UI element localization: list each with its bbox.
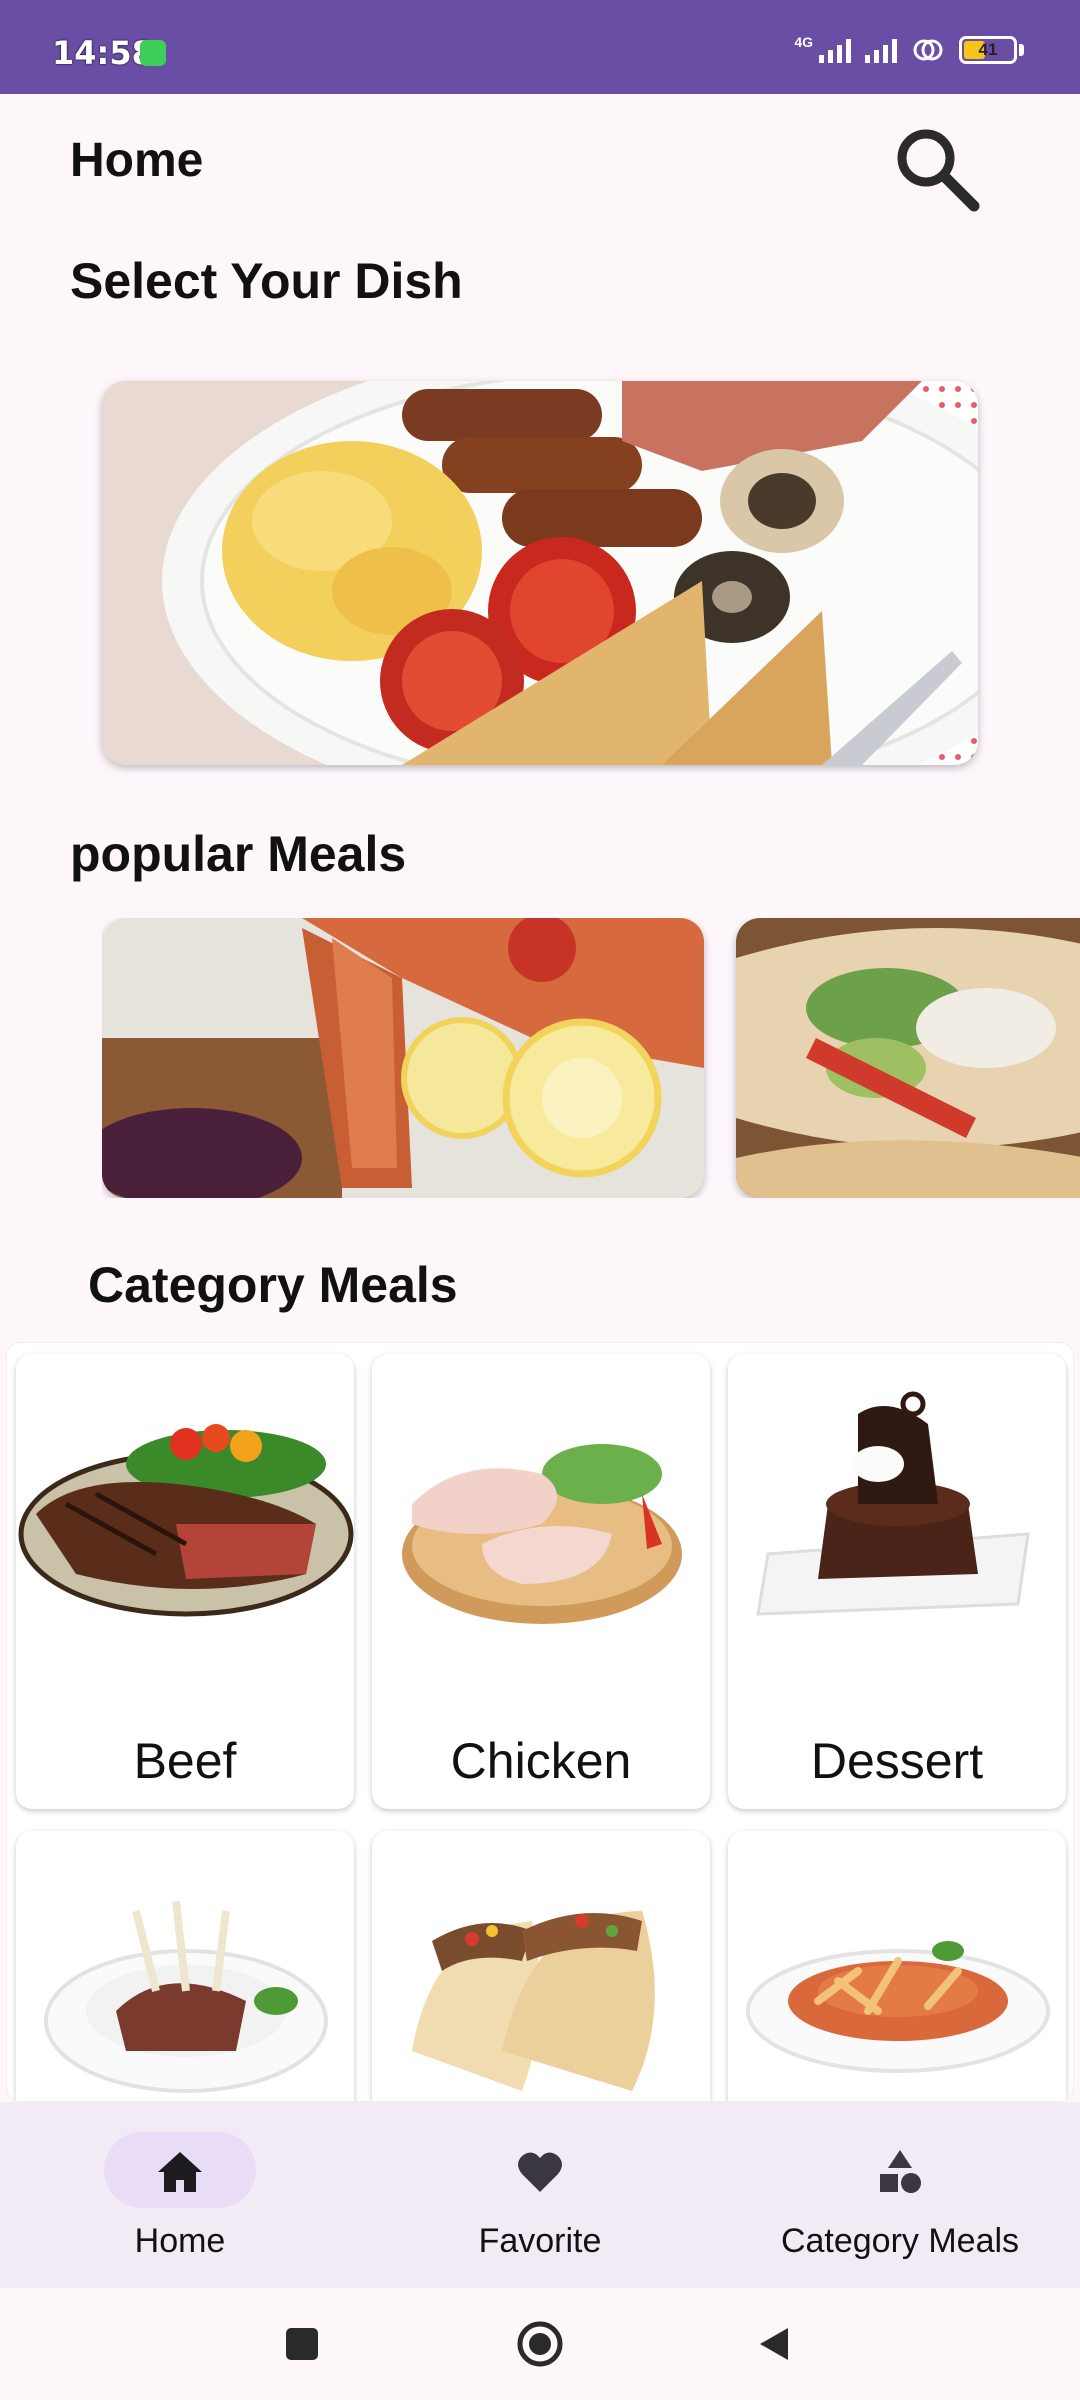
recents-button[interactable] xyxy=(242,2288,362,2400)
category-section-title: Category Meals xyxy=(88,1257,458,1313)
network-type-label: 4G xyxy=(794,34,813,50)
nav-item-home[interactable]: Home xyxy=(0,2102,360,2288)
dessert-image xyxy=(756,1391,1030,1616)
tacos-image xyxy=(412,1911,655,2091)
popular-meal-card[interactable] xyxy=(736,918,1080,1198)
hero-section-title: Select Your Dish xyxy=(70,253,463,309)
shapes-icon xyxy=(880,2150,921,2193)
system-home-button[interactable] xyxy=(480,2288,600,2400)
category-card[interactable] xyxy=(372,1831,710,2101)
category-card-dessert[interactable]: Dessert xyxy=(728,1354,1066,1809)
heart-icon xyxy=(518,2152,562,2192)
chicken-image xyxy=(402,1444,682,1624)
category-card-chicken[interactable]: Chicken xyxy=(372,1354,710,1809)
popular-section-title: popular Meals xyxy=(70,826,407,882)
breakfast-plate-image xyxy=(102,381,978,765)
battery-icon: 41 xyxy=(959,36,1017,64)
signal-icon-2 xyxy=(865,37,897,63)
category-label: Beef xyxy=(133,1733,237,1789)
hotspot-icon xyxy=(913,39,943,61)
battery-level: 41 xyxy=(978,40,998,59)
page-title: Home xyxy=(70,134,204,187)
recents-icon xyxy=(286,2328,318,2360)
signal-icon xyxy=(819,37,851,63)
status-indicators: 4G 41 xyxy=(794,34,1024,66)
nav-item-category-meals[interactable]: Category Meals xyxy=(720,2102,1080,2288)
lamb-image xyxy=(44,1900,328,2093)
popular-meals-carousel[interactable] xyxy=(102,918,1080,1198)
category-card[interactable] xyxy=(728,1831,1066,2101)
system-navigation-bar xyxy=(0,2288,1080,2400)
battery-tip xyxy=(1019,44,1024,56)
status-bar: 14:58 4G 41 xyxy=(0,0,1080,94)
home-circle-icon xyxy=(517,2321,563,2367)
category-card[interactable] xyxy=(16,1831,354,2101)
category-grid: Beef Chicken Dessert xyxy=(6,1342,1074,2102)
pasta-image xyxy=(746,1941,1050,2073)
category-label: Chicken xyxy=(450,1733,632,1789)
grilled-salmon-image xyxy=(102,918,704,1198)
nav-label-category-meals: Category Meals xyxy=(780,2222,1020,2260)
search-icon xyxy=(897,129,980,212)
popular-meal-card[interactable] xyxy=(102,918,704,1198)
nav-label-favorite: Favorite xyxy=(478,2222,602,2260)
nav-item-favorite[interactable]: Favorite xyxy=(360,2102,720,2288)
hero-meal-card[interactable] xyxy=(102,381,978,765)
back-button[interactable] xyxy=(714,2288,834,2400)
bottom-navigation: Home Favorite Category Meals xyxy=(0,2102,1080,2288)
category-card-beef[interactable]: Beef xyxy=(16,1354,354,1809)
status-time: 14:58 xyxy=(52,34,154,72)
beef-image xyxy=(18,1424,354,1617)
chicken-tacos-image xyxy=(736,918,1080,1198)
back-icon xyxy=(760,2328,788,2360)
home-icon xyxy=(158,2152,202,2192)
search-button[interactable] xyxy=(886,120,986,220)
nav-label-home: Home xyxy=(134,2222,226,2260)
notification-icon xyxy=(140,40,166,66)
category-label: Dessert xyxy=(810,1733,984,1789)
